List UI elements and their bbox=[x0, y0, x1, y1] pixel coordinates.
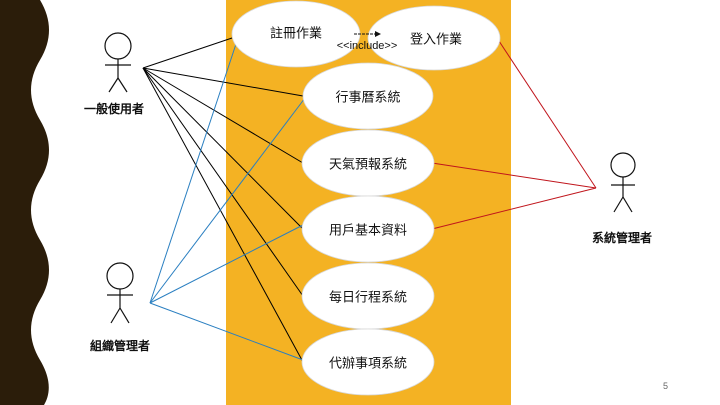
sysadmin-to-login-line bbox=[496, 37, 597, 189]
daily-usecase-label: 每日行程系統 bbox=[328, 290, 408, 306]
org-admin-label: 組織管理者 bbox=[89, 339, 151, 353]
general-user-actor-icon bbox=[104, 32, 132, 93]
login-usecase-label: 登入作業 bbox=[409, 32, 463, 48]
org-admin-actor-icon bbox=[106, 262, 134, 324]
user-to-register-line bbox=[142, 37, 233, 69]
register-usecase-label: 註冊作業 bbox=[269, 26, 323, 42]
calendar-usecase-label: 行事曆系統 bbox=[335, 90, 401, 106]
org-to-register-line bbox=[149, 43, 237, 304]
page-number: 5 bbox=[662, 381, 668, 391]
sys-admin-label: 系統管理者 bbox=[591, 231, 653, 245]
todo-usecase-label: 代辦事項系統 bbox=[328, 356, 408, 372]
profile-usecase-label: 用戶基本資料 bbox=[328, 223, 408, 239]
side-wave-band bbox=[0, 0, 49, 405]
weather-usecase-label: 天氣預報系統 bbox=[328, 157, 408, 173]
sys-admin-actor-icon bbox=[610, 152, 636, 213]
general-user-label: 一般使用者 bbox=[83, 102, 145, 116]
include-label: <<include>> bbox=[336, 40, 398, 52]
